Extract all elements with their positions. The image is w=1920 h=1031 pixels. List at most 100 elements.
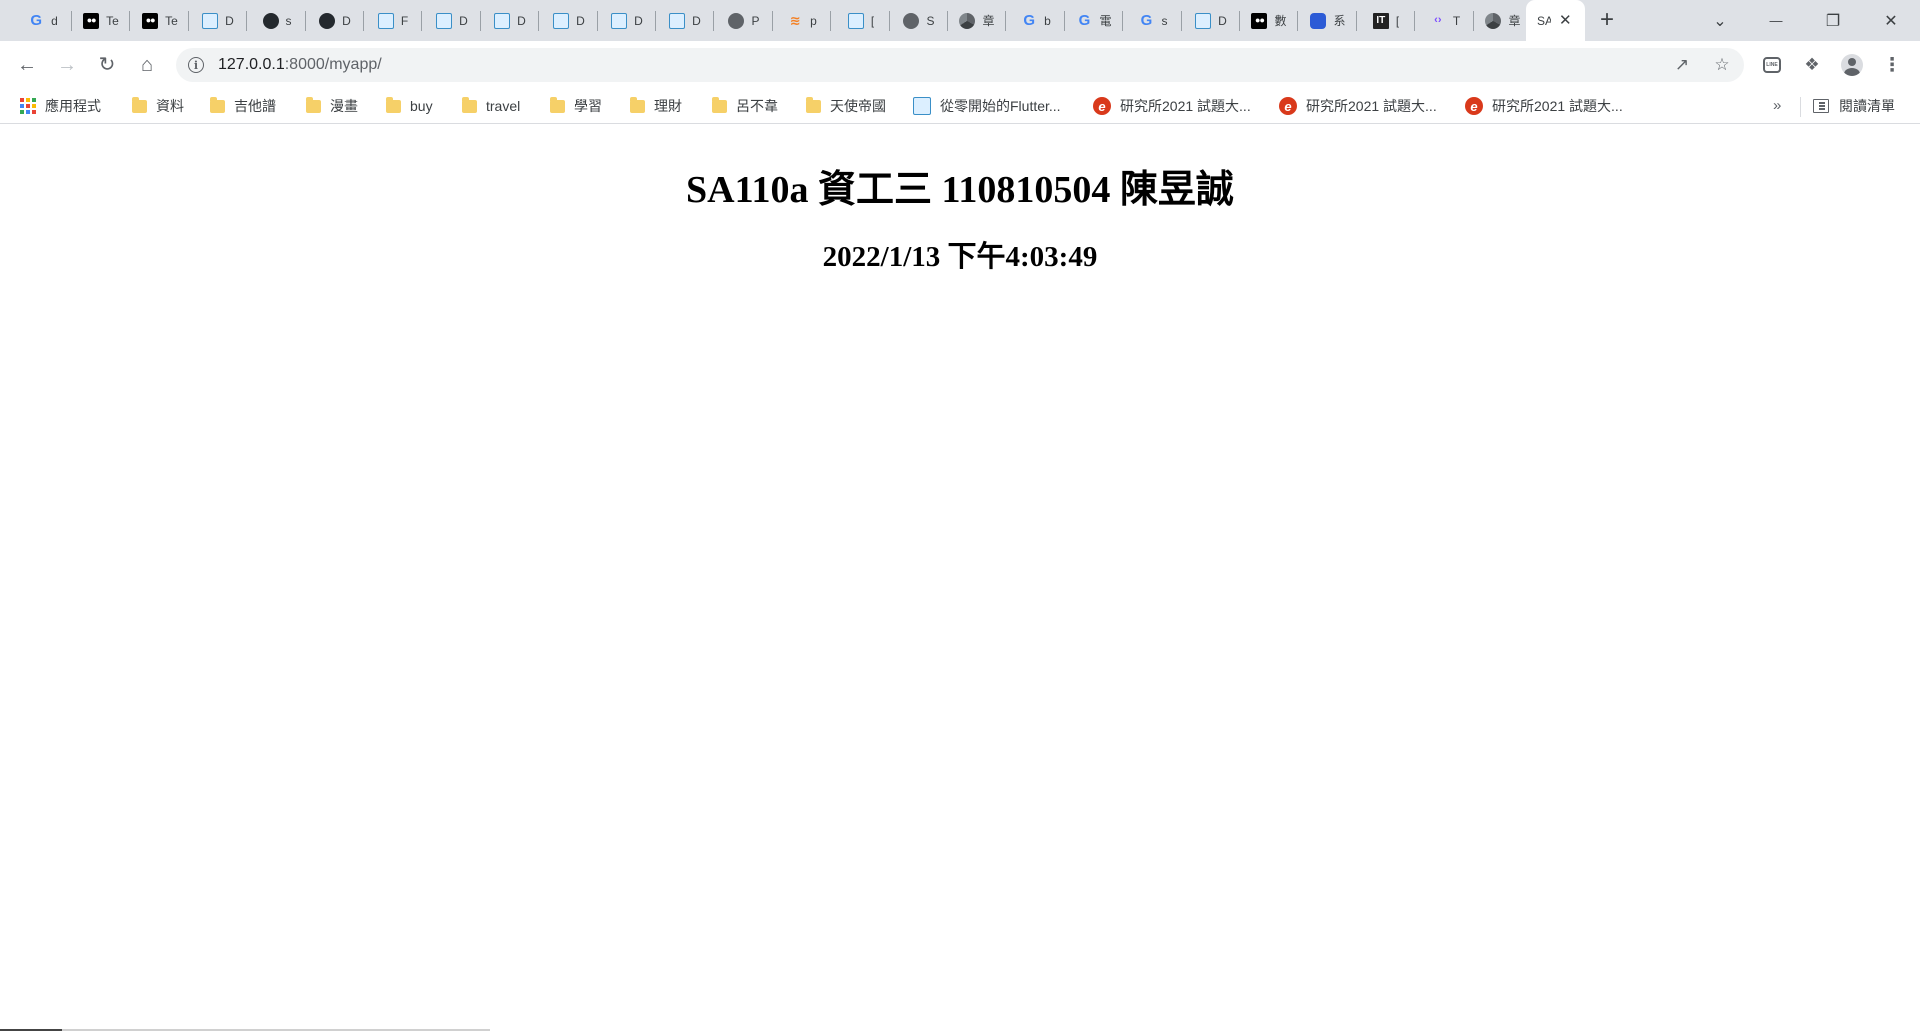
tab[interactable]: 章 — [948, 0, 1006, 41]
tab[interactable]: P — [715, 0, 773, 41]
folder-icon — [306, 96, 321, 113]
tab-title: T — [1452, 13, 1461, 28]
home-button[interactable]: ⌂ — [133, 51, 161, 79]
tab[interactable]: 系 — [1299, 0, 1357, 41]
active-tab[interactable]: SA ✕ — [1526, 0, 1585, 41]
menu-kebab-icon[interactable]: ⋮ — [1880, 53, 1904, 77]
tab[interactable]: [ — [832, 0, 890, 41]
tab[interactable]: ●● Te — [72, 0, 130, 41]
bookmark-folder[interactable]: 天使帝國 — [806, 89, 886, 123]
tab-title: Te — [165, 13, 178, 28]
tab-title: D — [517, 13, 526, 28]
tab[interactable]: D — [481, 0, 539, 41]
tab[interactable]: ≋ p — [773, 0, 831, 41]
tab[interactable]: Gd — [14, 0, 72, 41]
chrome-icon — [959, 12, 976, 29]
tab[interactable]: G電 — [1065, 0, 1123, 41]
bookmark-label: 資料 — [156, 98, 184, 114]
bookmark-folder[interactable]: 吉他譜 — [210, 89, 276, 123]
address-bar[interactable]: i 127.0.0.1:8000/myapp/ ↗ ☆ — [176, 48, 1744, 82]
bookmark-label: buy — [410, 98, 433, 114]
tab[interactable]: F — [364, 0, 422, 41]
tab[interactable]: D — [306, 0, 364, 41]
web-icon — [847, 12, 864, 29]
line-extension-icon[interactable]: LINE — [1760, 53, 1784, 77]
tab-separator — [1005, 11, 1006, 31]
tab-title: s — [1161, 13, 1168, 28]
page-viewport: SA110a 資工三 110810504 陳昱誠 2022/1/13 下午4:0… — [0, 124, 1920, 1031]
tab[interactable]: D — [540, 0, 598, 41]
google-icon: G — [1078, 12, 1091, 29]
tab[interactable]: s — [248, 0, 306, 41]
tab[interactable]: D — [656, 0, 714, 41]
tab[interactable]: D — [598, 0, 656, 41]
bookmarks-bar: 應用程式 資料 吉他譜 漫畫 buy travel 學習 理財 呂不韋 天使帝國 從零開始的Flut… — [0, 89, 1920, 124]
code-icon: ‹› — [1434, 14, 1442, 26]
bookmark-label: 從零開始的Flutter... — [940, 98, 1061, 114]
share-icon[interactable]: ↗ — [1672, 55, 1692, 75]
folder-icon — [630, 96, 645, 113]
tab-title: 系 — [1333, 14, 1346, 28]
bookmark-item[interactable]: e 研究所2021 試題大... — [1093, 89, 1251, 123]
blue-app-icon — [1310, 12, 1327, 29]
tab-title: p — [810, 13, 817, 28]
bookmark-label: 天使帝國 — [830, 98, 886, 114]
reading-list-button[interactable]: 閱讀清單 — [1813, 89, 1895, 123]
tab[interactable]: 章 — [1474, 0, 1532, 41]
tab[interactable]: D — [423, 0, 481, 41]
tab-separator — [1414, 11, 1415, 31]
bookmark-folder[interactable]: 學習 — [550, 89, 602, 123]
tab[interactable]: Gb — [1007, 0, 1065, 41]
bookmark-folder[interactable]: 漫畫 — [306, 89, 358, 123]
folder-icon — [462, 96, 477, 113]
bookmark-label: 研究所2021 試題大... — [1492, 98, 1623, 114]
url-path: :8000/myapp/ — [284, 56, 382, 73]
tab[interactable]: S — [890, 0, 948, 41]
bookmark-label: 應用程式 — [45, 98, 101, 114]
tab[interactable]: ‹› T — [1416, 0, 1474, 41]
forward-button[interactable]: → — [53, 51, 81, 79]
tab-title: b — [1044, 13, 1051, 28]
bookmark-folder[interactable]: 呂不韋 — [712, 89, 778, 123]
profile-avatar-icon[interactable] — [1840, 53, 1864, 77]
url-text[interactable]: 127.0.0.1:8000/myapp/ — [218, 56, 382, 74]
tab[interactable]: ●● Te — [131, 0, 189, 41]
tab-search-dropdown-icon[interactable]: ⌄ — [1697, 0, 1743, 41]
site-info-icon[interactable]: i — [188, 57, 204, 73]
bookmark-folder[interactable]: 理財 — [630, 89, 682, 123]
apps-grid-icon — [20, 98, 36, 114]
bookmark-item[interactable]: e 研究所2021 試題大... — [1465, 89, 1623, 123]
tab[interactable]: D — [1182, 0, 1240, 41]
close-tab-icon[interactable]: ✕ — [1559, 13, 1572, 28]
tab-title: 章 — [1508, 14, 1521, 28]
folder-icon — [132, 96, 147, 113]
bookmark-label: 研究所2021 試題大... — [1120, 98, 1251, 114]
tab-title: D — [459, 13, 468, 28]
tab[interactable]: Gs — [1124, 0, 1182, 41]
tab-title: s — [285, 13, 292, 28]
close-window-button[interactable]: ✕ — [1868, 0, 1914, 41]
bookmark-folder[interactable]: travel — [462, 89, 520, 123]
bookmark-folder[interactable]: buy — [386, 89, 433, 123]
bookmark-star-icon[interactable]: ☆ — [1712, 55, 1732, 75]
tab[interactable]: D — [189, 0, 247, 41]
new-tab-button[interactable]: + — [1600, 8, 1614, 32]
tab-separator — [246, 11, 247, 31]
more-bookmarks-icon[interactable]: » — [1773, 97, 1781, 114]
extensions-puzzle-icon[interactable]: ❖ — [1800, 53, 1824, 77]
restore-button[interactable]: ❐ — [1810, 0, 1856, 41]
bookmark-item[interactable]: 從零開始的Flutter... — [913, 89, 1061, 123]
reload-button[interactable]: ↻ — [93, 51, 121, 79]
folder-icon — [712, 96, 727, 113]
tab-separator — [421, 11, 422, 31]
bookmark-item[interactable]: 應用程式 — [20, 89, 101, 123]
back-button[interactable]: ← — [13, 51, 41, 79]
bookmark-folder[interactable]: 資料 — [132, 89, 184, 123]
site-e-icon: e — [1093, 97, 1111, 115]
site-e-icon: e — [1465, 97, 1483, 115]
bookmark-item[interactable]: e 研究所2021 試題大... — [1279, 89, 1437, 123]
tab[interactable]: IT [ — [1357, 0, 1415, 41]
bookmarks-divider — [1800, 97, 1801, 117]
minimize-button[interactable]: — — [1753, 0, 1799, 41]
tab[interactable]: ●● 數 — [1240, 0, 1298, 41]
